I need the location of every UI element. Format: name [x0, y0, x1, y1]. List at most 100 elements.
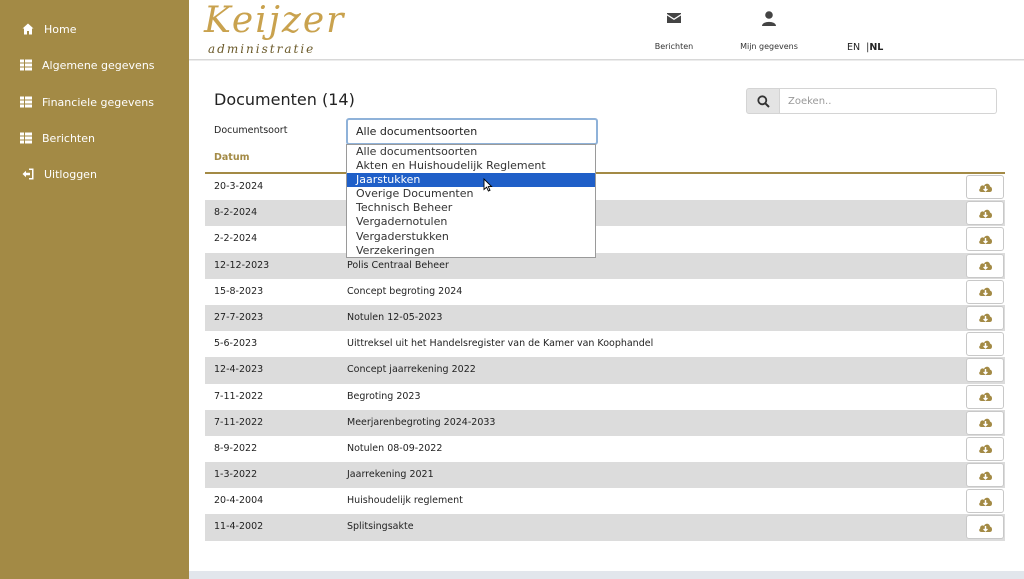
download-button[interactable]	[966, 201, 1004, 226]
table-row: 8-2-2024	[205, 200, 1005, 227]
download-button[interactable]	[966, 305, 1004, 330]
row-document-name[interactable]: Notulen 08-09-2022	[347, 443, 442, 454]
search-input[interactable]	[780, 88, 997, 114]
column-header-datum[interactable]: Datum	[214, 152, 250, 163]
dropdown-option-vergaderstukken[interactable]: Vergaderstukken	[347, 230, 595, 244]
main-panel: Documenten (14) Documentsoort Alle docum…	[189, 61, 1024, 571]
dropdown-option-alle-documentsoorten[interactable]: Alle documentsoorten	[347, 145, 595, 159]
home-icon	[21, 22, 35, 36]
cloud-download-icon	[978, 261, 992, 271]
sidebar-item-algemene-gegevens[interactable]: Algemene gegevens	[0, 53, 155, 77]
download-button[interactable]	[966, 384, 1004, 409]
row-document-name[interactable]: Huishoudelijk reglement	[347, 495, 463, 506]
sidebar-item-financiele-gegevens[interactable]: Financiele gegevens	[0, 90, 154, 114]
table-row: 7-11-2022 Begroting 2023	[205, 384, 1005, 410]
row-date: 8-2-2024	[214, 207, 258, 219]
mouse-pointer-icon	[483, 178, 493, 192]
row-date: 20-4-2004	[214, 495, 264, 507]
logo-main-text: Keijzer	[204, 0, 346, 41]
download-button[interactable]	[966, 227, 1004, 252]
sidebar-item-label: Home	[44, 22, 77, 36]
cloud-download-icon	[978, 340, 992, 349]
table-row: 2-2-2024	[205, 226, 1005, 252]
download-button[interactable]	[966, 515, 1004, 540]
table-row: 20-4-2004 Huishoudelijk reglement	[205, 488, 1005, 514]
page-title: Documenten (14)	[214, 90, 355, 109]
download-button[interactable]	[966, 463, 1004, 488]
row-date: 5-6-2023	[214, 338, 258, 350]
row-document-name[interactable]: Splitsingsakte	[347, 521, 414, 532]
table-row: 27-7-2023 Notulen 12-05-2023	[205, 304, 1005, 332]
row-date: 7-11-2022	[214, 390, 264, 402]
row-date: 7-11-2022	[214, 416, 264, 428]
dropdown-option-jaarstukken[interactable]: Jaarstukken	[347, 173, 595, 188]
documentsoort-select[interactable]: Alle documentsoorten	[346, 118, 598, 145]
search-button[interactable]	[746, 88, 780, 114]
dropdown-option-technisch-beheer[interactable]: Technisch Beheer	[347, 201, 595, 215]
download-button[interactable]	[966, 253, 1004, 278]
cloud-download-icon	[978, 235, 992, 244]
header-berichten-link[interactable]: Berichten	[634, 0, 714, 60]
row-date: 12-4-2023	[214, 364, 264, 376]
header-mijn-gegevens-label: Mijn gegevens	[740, 42, 798, 51]
cloud-download-icon	[978, 418, 992, 428]
table-row: 8-9-2022 Notulen 08-09-2022	[205, 436, 1005, 462]
row-document-name[interactable]: Polis Centraal Beheer	[347, 260, 449, 271]
cloud-download-icon	[978, 445, 992, 454]
table-row: 1-3-2022 Jaarrekening 2021	[205, 462, 1005, 489]
cloud-download-icon	[978, 366, 992, 375]
sidebar-item-label: Algemene gegevens	[42, 58, 155, 72]
table-row: 15-8-2023 Concept begroting 2024	[205, 279, 1005, 305]
row-document-name[interactable]: Concept begroting 2024	[347, 286, 462, 297]
sidebar-item-uitloggen[interactable]: Uitloggen	[0, 162, 97, 186]
search-bar	[746, 88, 997, 114]
table-row: 20-3-2024	[205, 174, 1005, 200]
download-button[interactable]	[966, 436, 1004, 461]
row-document-name[interactable]: Jaarrekening 2021	[347, 469, 434, 480]
sidebar-item-home[interactable]: Home	[0, 17, 76, 41]
envelope-icon	[634, 10, 714, 28]
logo[interactable]: Keijzer administratie	[204, 0, 346, 57]
logo-sub-text: administratie	[208, 42, 316, 56]
header: Keijzer administratie Berichten Mijn geg…	[189, 0, 1024, 60]
download-button[interactable]	[966, 410, 1004, 435]
documents-table: 20-3-2024 8-2-2024 2-2-2024 12-12-2023 P…	[205, 174, 1005, 541]
row-document-name[interactable]: Notulen 12-05-2023	[347, 312, 442, 323]
table-row: 12-4-2023 Concept jaarrekening 2022	[205, 357, 1005, 384]
sidebar-item-berichten[interactable]: Berichten	[0, 126, 95, 150]
table-row: 12-12-2023 Polis Centraal Beheer	[205, 252, 1005, 279]
dropdown-option-overige-documenten[interactable]: Overige Documenten	[347, 187, 595, 201]
download-button[interactable]	[966, 332, 1004, 357]
language-switch: EN |NL	[847, 42, 883, 53]
logout-icon	[21, 167, 35, 181]
row-document-name[interactable]: Begroting 2023	[347, 391, 421, 402]
row-document-name[interactable]: Meerjarenbegroting 2024-2033	[347, 417, 495, 428]
cloud-download-icon	[978, 314, 992, 323]
cloud-download-icon	[978, 523, 992, 532]
cloud-download-icon	[978, 392, 992, 401]
download-button[interactable]	[966, 358, 1004, 383]
download-button[interactable]	[966, 279, 1004, 304]
sidebar-item-label: Financiele gegevens	[42, 95, 154, 109]
lang-en-link[interactable]: EN	[847, 42, 860, 53]
row-document-name[interactable]: Concept jaarrekening 2022	[347, 364, 476, 375]
row-document-name[interactable]: Uittreksel uit het Handelsregister van d…	[347, 338, 653, 349]
table-row: 7-11-2022 Meerjarenbegroting 2024-2033	[205, 409, 1005, 436]
dropdown-option-akten-en-huishoudelijk-reglement[interactable]: Akten en Huishoudelijk Reglement	[347, 159, 595, 173]
download-button[interactable]	[966, 175, 1004, 199]
row-date: 12-12-2023	[214, 259, 270, 271]
lang-nl-link[interactable]: NL	[869, 42, 883, 53]
cloud-download-icon	[978, 209, 992, 218]
sidebar-item-label: Uitloggen	[44, 167, 97, 181]
cloud-download-icon	[978, 183, 992, 192]
sidebar-item-label: Berichten	[42, 131, 95, 145]
documentsoort-dropdown-list: Alle documentsoorten Akten en Huishoudel…	[346, 144, 596, 258]
dropdown-option-verzekeringen[interactable]: Verzekeringen	[347, 244, 595, 257]
cloud-download-icon	[978, 287, 992, 297]
download-button[interactable]	[966, 489, 1004, 514]
cloud-download-icon	[978, 471, 992, 480]
search-icon	[756, 94, 770, 108]
row-date: 15-8-2023	[214, 285, 264, 297]
dropdown-option-vergadernotulen[interactable]: Vergadernotulen	[347, 215, 595, 229]
header-mijn-gegevens-link[interactable]: Mijn gegevens	[729, 0, 809, 60]
